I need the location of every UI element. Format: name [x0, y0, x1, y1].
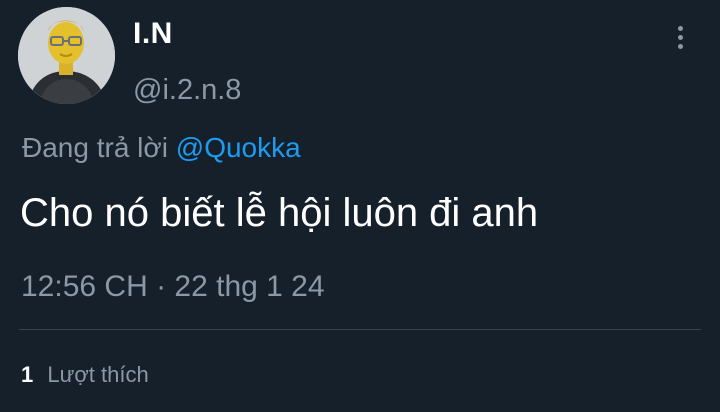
tweet-text: Cho nó biết lễ hội luôn đi anh — [20, 191, 539, 235]
author-handle[interactable]: @i.2.n.8 — [133, 72, 241, 108]
author-display-name[interactable]: I.N — [133, 16, 173, 52]
divider — [19, 329, 701, 330]
more-vertical-icon — [677, 25, 683, 31]
tweet-timestamp[interactable]: 12:56 CH · 22 thg 1 24 — [21, 268, 325, 306]
more-options-button[interactable] — [668, 22, 692, 52]
like-label: Lượt thích — [47, 362, 149, 387]
likes-stat[interactable]: 1 Lượt thích — [21, 361, 149, 389]
tweet-detail: I.N @i.2.n.8 Đang trả lời @Quokka Cho nó… — [0, 0, 720, 412]
more-vertical-icon-dot — [677, 34, 683, 40]
more-vertical-icon-dot — [677, 43, 683, 49]
replying-to: Đang trả lời @Quokka — [22, 130, 301, 166]
avatar-image — [18, 7, 115, 104]
replying-to-label: Đang trả lời — [22, 132, 168, 163]
like-count: 1 — [21, 362, 34, 387]
mention-link[interactable]: @Quokka — [176, 132, 301, 163]
avatar[interactable] — [18, 7, 115, 104]
